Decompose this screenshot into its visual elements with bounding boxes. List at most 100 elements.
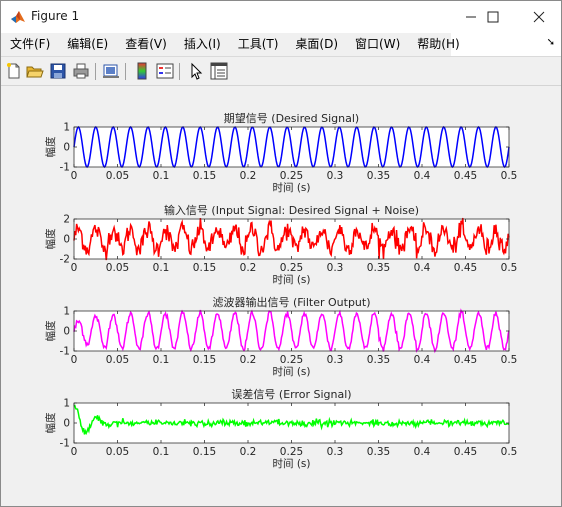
menu-item-0[interactable]: 文件(F) bbox=[1, 33, 58, 56]
subplot-title-1: 输入信号 (Input Signal: Desired Signal + Noi… bbox=[164, 203, 419, 217]
toolbar-separator bbox=[179, 63, 180, 80]
toolbar-dock-arrow-icon[interactable]: ➘ bbox=[547, 37, 555, 48]
x-tick-label: 0.5 bbox=[501, 446, 518, 458]
x-tick-label: 0.45 bbox=[454, 354, 477, 366]
y-tick-label: 0 bbox=[63, 418, 70, 430]
x-axis-label-3: 时间 (s) bbox=[272, 457, 310, 470]
x-tick-label: 0.15 bbox=[193, 446, 216, 458]
menu-item-4[interactable]: 工具(T) bbox=[229, 33, 287, 56]
print-icon[interactable] bbox=[72, 62, 90, 80]
x-tick-label: 0.3 bbox=[327, 446, 344, 458]
menu-items: 文件(F) 编辑(E) 查看(V) 插入(I) 工具(T) 桌面(D) 窗口(W) 帮助(H) bbox=[1, 33, 460, 56]
x-tick-label: 0.2 bbox=[240, 446, 257, 458]
y-tick-label: -1 bbox=[60, 438, 70, 450]
x-axis-label-1: 时间 (s) bbox=[272, 273, 310, 286]
x-tick-label: 0.05 bbox=[106, 170, 129, 182]
menu-item-5[interactable]: 桌面(D) bbox=[286, 33, 346, 56]
menu-item-3[interactable]: 插入(I) bbox=[175, 33, 229, 56]
x-tick-label: 0.05 bbox=[106, 446, 129, 458]
x-tick-label: 0.3 bbox=[327, 170, 344, 182]
y-tick-label: 1 bbox=[63, 122, 70, 134]
y-axis-label-0: 幅度 bbox=[44, 136, 57, 157]
x-tick-label: 0.05 bbox=[106, 262, 129, 274]
subplot-title-0: 期望信号 (Desired Signal) bbox=[224, 112, 359, 125]
x-tick-label: 0.4 bbox=[414, 354, 431, 366]
x-tick-label: 0 bbox=[71, 354, 78, 366]
y-tick-label: 0 bbox=[63, 142, 70, 154]
close-button[interactable] bbox=[517, 1, 561, 33]
figure-window: Figure 1 文件(F) 编辑(E) 查看(V) 插入(I) 工具(T) 桌面(D) 窗… bbox=[0, 0, 562, 507]
y-tick-label: 1 bbox=[63, 398, 70, 410]
x-tick-label: 0.25 bbox=[280, 170, 303, 182]
x-tick-label: 0.25 bbox=[280, 262, 303, 274]
menu-item-1[interactable]: 编辑(E) bbox=[58, 33, 116, 56]
x-tick-label: 0.35 bbox=[367, 262, 390, 274]
x-tick-label: 0.4 bbox=[414, 170, 431, 182]
x-tick-label: 0.45 bbox=[454, 170, 477, 182]
open-file-icon[interactable] bbox=[26, 62, 44, 80]
x-tick-label: 0.2 bbox=[240, 262, 257, 274]
x-tick-label: 0 bbox=[71, 446, 78, 458]
y-axis-label-1: 幅度 bbox=[44, 228, 57, 249]
x-tick-label: 0.2 bbox=[240, 170, 257, 182]
y-tick-label: 1 bbox=[63, 306, 70, 318]
y-tick-label: 0 bbox=[63, 326, 70, 338]
x-tick-label: 0.1 bbox=[153, 446, 170, 458]
property-inspector-icon[interactable] bbox=[210, 62, 228, 80]
x-tick-label: 0.15 bbox=[193, 354, 216, 366]
window-title: Figure 1 bbox=[31, 9, 80, 23]
x-tick-label: 0.25 bbox=[280, 446, 303, 458]
menu-item-2[interactable]: 查看(V) bbox=[116, 33, 175, 56]
x-tick-label: 0.3 bbox=[327, 262, 344, 274]
x-tick-label: 0.25 bbox=[280, 354, 303, 366]
y-tick-label: -1 bbox=[60, 346, 70, 358]
x-tick-label: 0.4 bbox=[414, 262, 431, 274]
x-tick-label: 0.15 bbox=[193, 170, 216, 182]
y-tick-label: 0 bbox=[63, 234, 70, 246]
insert-colorbar-icon[interactable] bbox=[133, 62, 151, 80]
x-tick-label: 0.35 bbox=[367, 170, 390, 182]
x-tick-label: 0 bbox=[71, 170, 78, 182]
subplot-grid: 期望信号 (Desired Signal) 0 0.05 0.1 0.15 0.2 0.25… bbox=[44, 112, 518, 470]
maximize-button[interactable] bbox=[471, 1, 515, 33]
y-tick-label: -2 bbox=[60, 254, 70, 266]
toolbar-separator bbox=[95, 63, 96, 80]
subplot-title-2: 滤波器输出信号 (Filter Output) bbox=[212, 295, 370, 309]
figure-canvas[interactable]: 期望信号 (Desired Signal) 0 0.05 0.1 0.15 0.2 0.25… bbox=[2, 87, 560, 505]
edit-plot-icon[interactable] bbox=[187, 62, 205, 80]
matlab-app-icon bbox=[10, 9, 26, 25]
x-tick-label: 0.4 bbox=[414, 446, 431, 458]
x-tick-label: 0.1 bbox=[153, 170, 170, 182]
maximize-icon bbox=[487, 11, 499, 23]
link-plot-icon[interactable] bbox=[102, 62, 120, 80]
close-icon bbox=[533, 11, 545, 23]
menu-item-6[interactable]: 窗口(W) bbox=[346, 33, 408, 56]
x-tick-label: 0.45 bbox=[454, 262, 477, 274]
y-axis-label-3: 幅度 bbox=[44, 412, 57, 433]
y-tick-label: -1 bbox=[60, 162, 70, 174]
x-tick-label: 0.5 bbox=[501, 170, 518, 182]
x-tick-label: 0.5 bbox=[501, 354, 518, 366]
x-tick-label: 0.45 bbox=[454, 446, 477, 458]
x-axis-label-0: 时间 (s) bbox=[272, 181, 310, 194]
menu-item-7[interactable]: 帮助(H) bbox=[408, 33, 467, 56]
x-tick-label: 0 bbox=[71, 262, 78, 274]
x-tick-label: 0.3 bbox=[327, 354, 344, 366]
menu-bar: 文件(F) 编辑(E) 查看(V) 插入(I) 工具(T) 桌面(D) 窗口(W) 帮助(H)… bbox=[1, 33, 561, 57]
x-tick-label: 0.05 bbox=[106, 354, 129, 366]
toolbar-separator bbox=[125, 63, 126, 80]
y-axis-label-2: 幅度 bbox=[44, 320, 57, 341]
insert-legend-icon[interactable] bbox=[156, 62, 174, 80]
save-icon[interactable] bbox=[49, 62, 67, 80]
subplot-title-3: 误差信号 (Error Signal) bbox=[231, 387, 351, 401]
x-tick-label: 0.2 bbox=[240, 354, 257, 366]
x-axis-label-2: 时间 (s) bbox=[272, 365, 310, 378]
x-tick-label: 0.5 bbox=[501, 262, 518, 274]
y-tick-label: 2 bbox=[63, 214, 70, 226]
new-figure-icon[interactable] bbox=[5, 62, 23, 80]
x-tick-label: 0.1 bbox=[153, 262, 170, 274]
x-tick-label: 0.35 bbox=[367, 354, 390, 366]
title-bar[interactable]: Figure 1 bbox=[1, 1, 561, 33]
x-tick-label: 0.15 bbox=[193, 262, 216, 274]
x-tick-label: 0.1 bbox=[153, 354, 170, 366]
